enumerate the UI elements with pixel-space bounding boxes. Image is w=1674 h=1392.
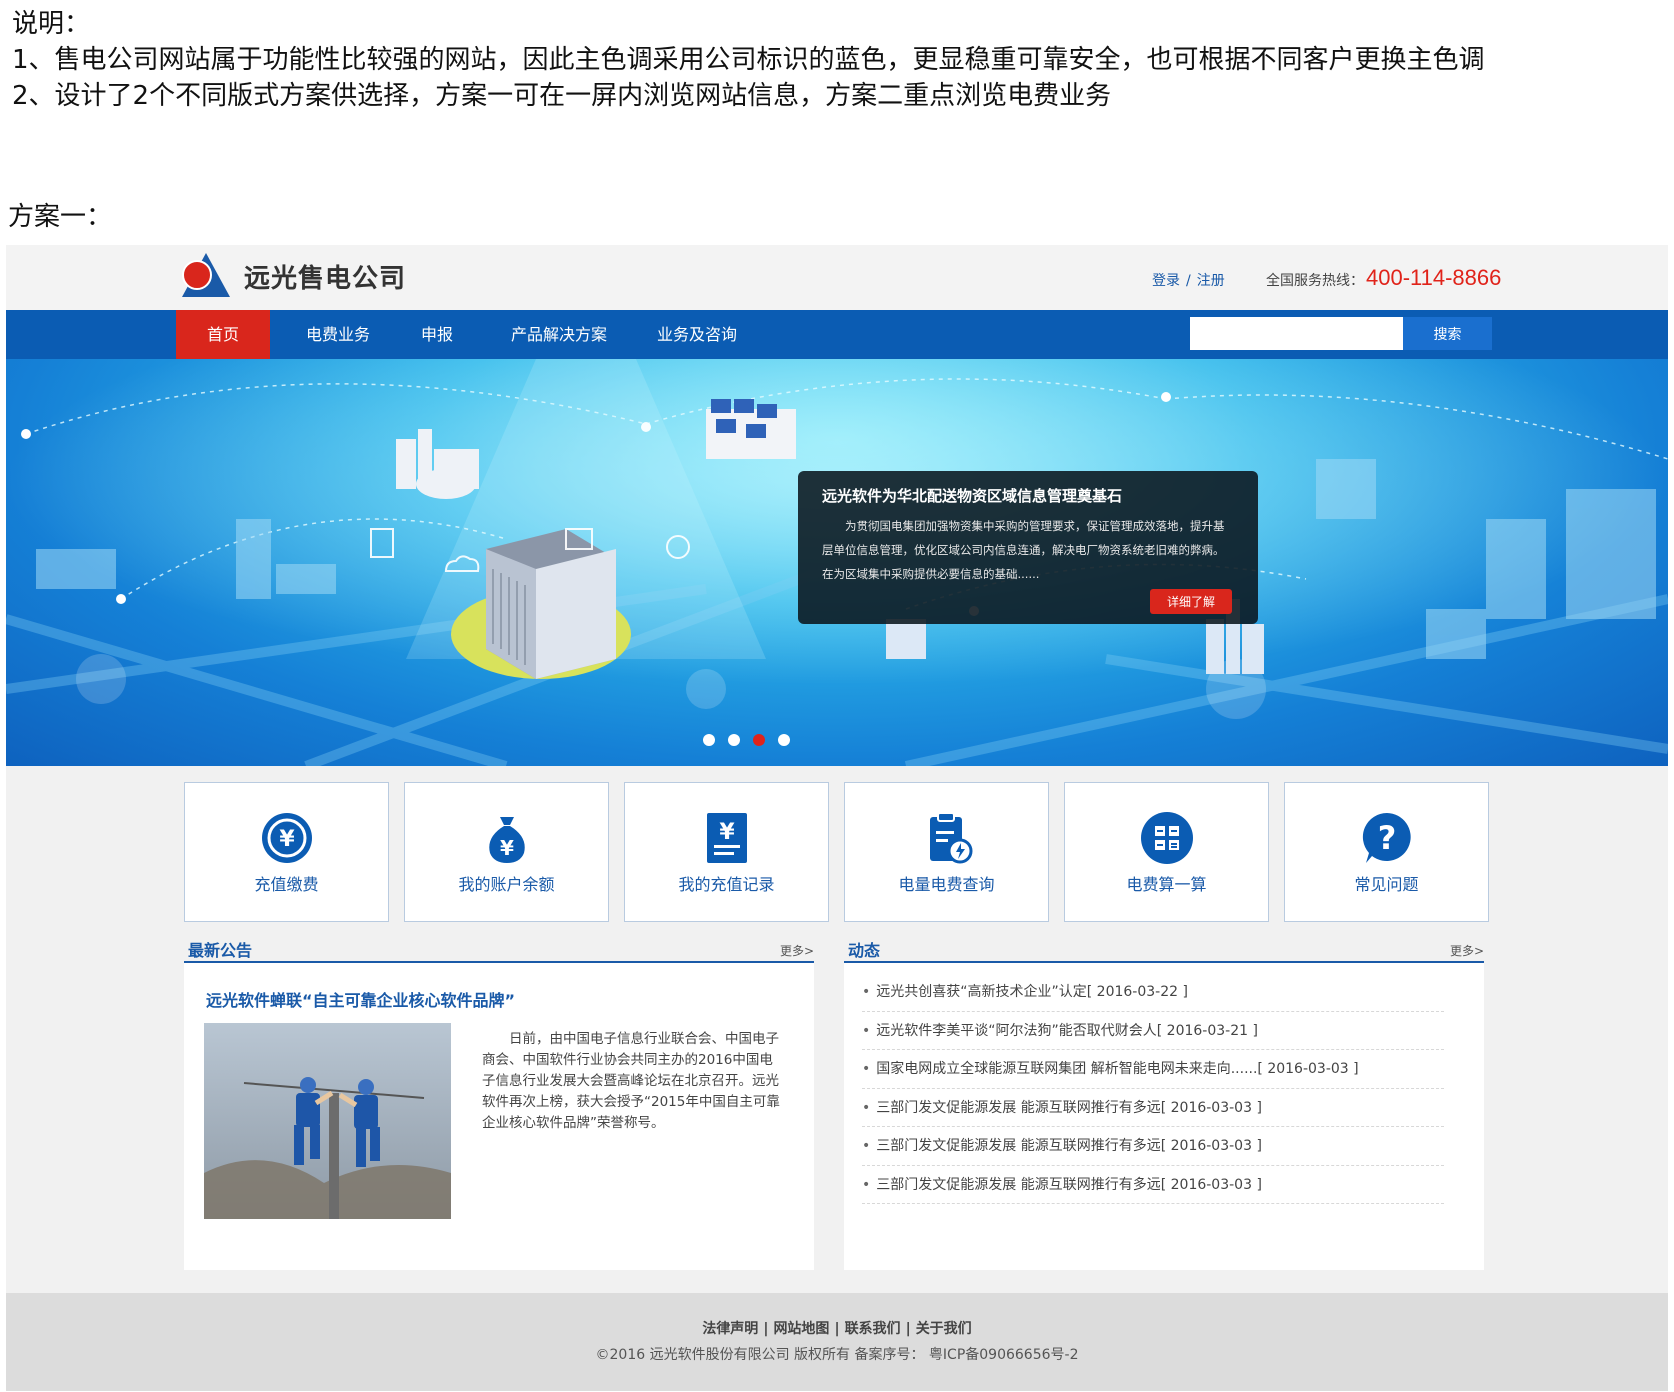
main-nav: 首页 电费业务 申报 产品解决方案 业务及咨询 搜索 bbox=[6, 310, 1668, 359]
register-link[interactable]: 注册 bbox=[1197, 273, 1225, 289]
svg-text:?: ? bbox=[1377, 819, 1396, 857]
search-button[interactable]: 搜索 bbox=[1403, 317, 1492, 350]
footer-link-legal[interactable]: 法律声明 bbox=[702, 1321, 758, 1337]
linemen-photo bbox=[204, 1023, 451, 1219]
svg-text:¥: ¥ bbox=[279, 827, 295, 852]
list-item[interactable]: 三部门发文促能源发展 能源互联网推行有多远[ 2016-03-03 ] bbox=[862, 1127, 1444, 1166]
auth-links: 登录 / 注册 bbox=[1152, 270, 1225, 290]
site-header: 远光售电公司 登录 / 注册 全国服务热线： 400-114-8866 bbox=[6, 245, 1668, 310]
announcement-title: 最新公告 bbox=[188, 941, 253, 960]
description-notes: 说明： 1、售电公司网站属于功能性比较强的网站，因此主色调采用公司标识的蓝色，更… bbox=[12, 6, 1485, 114]
dynamics-more-link[interactable]: 更多> bbox=[1450, 942, 1484, 959]
footer-link-sitemap[interactable]: 网站地图 bbox=[773, 1321, 829, 1337]
carousel-dot-1[interactable] bbox=[703, 734, 715, 746]
svg-text:¥: ¥ bbox=[719, 820, 735, 845]
announcement-header: 最新公告 更多> bbox=[184, 935, 814, 963]
service-hotline: 全国服务热线： 400-114-8866 bbox=[1266, 265, 1501, 291]
notes-line-1: 1、售电公司网站属于功能性比较强的网站，因此主色调采用公司标识的蓝色，更显稳重可… bbox=[12, 45, 1485, 75]
calculator-icon bbox=[1140, 812, 1193, 864]
dynamics-panel: 动态 更多> 远光共创喜获“高新技术企业”认定[ 2016-03-22 ] 远光… bbox=[844, 935, 1484, 1270]
read-more-button[interactable]: 详细了解 bbox=[1150, 589, 1232, 614]
service-card-recharge[interactable]: ¥ 充值缴费 bbox=[184, 782, 389, 922]
logo-icon bbox=[182, 253, 230, 297]
footer-link-contact[interactable]: 联系我们 bbox=[845, 1321, 901, 1337]
nav-item-solutions[interactable]: 产品解决方案 bbox=[492, 310, 626, 359]
featured-news-body: 为贯彻国电集团加强物资集中采购的管理要求，保证管理成效落地，提升基层单位信息管理… bbox=[822, 519, 1225, 581]
receipt-icon: ¥ bbox=[706, 813, 747, 863]
site-footer: 法律声明 | 网站地图 | 联系我们 | 关于我们 ©2016 远光软件股份有限公司 版权所… bbox=[6, 1293, 1668, 1391]
service-label: 我的账户余额 bbox=[458, 875, 555, 894]
service-label: 充值缴费 bbox=[254, 875, 319, 894]
service-label: 电量电费查询 bbox=[898, 875, 995, 894]
question-icon: ? bbox=[1362, 812, 1411, 863]
announcement-photo[interactable] bbox=[204, 1023, 451, 1219]
dynamics-title: 动态 bbox=[848, 941, 881, 960]
nav-item-consulting[interactable]: 业务及咨询 bbox=[642, 310, 752, 359]
search-input[interactable] bbox=[1190, 317, 1403, 350]
search-bar: 搜索 bbox=[1190, 317, 1492, 350]
hero-banner: 远光软件为华北配送物资区域信息管理奠基石 为贯彻国电集团加强物资集中采购的管理要… bbox=[6, 359, 1668, 766]
service-card-usage-query[interactable]: 电量电费查询 bbox=[844, 782, 1049, 922]
nav-item-home[interactable]: 首页 bbox=[176, 310, 270, 359]
carousel-dot-4[interactable] bbox=[778, 734, 790, 746]
service-card-calculator[interactable]: 电费算一算 bbox=[1064, 782, 1269, 922]
dynamics-header: 动态 更多> bbox=[844, 935, 1484, 963]
scheme-label: 方案一： bbox=[8, 202, 113, 232]
announcement-more-link[interactable]: 更多> bbox=[780, 942, 814, 959]
svg-text:¥: ¥ bbox=[500, 836, 514, 860]
login-link[interactable]: 登录 bbox=[1152, 273, 1180, 289]
footer-link-about[interactable]: 关于我们 bbox=[916, 1321, 972, 1337]
auth-separator: / bbox=[1186, 273, 1191, 289]
service-card-balance[interactable]: ¥ 我的账户余额 bbox=[404, 782, 609, 922]
announcement-panel: 最新公告 更多> 远光软件蝉联“自主可靠企业核心软件品牌” 日前，由中国电子信息… bbox=[184, 935, 814, 1270]
hotline-label: 全国服务热线： bbox=[1266, 273, 1364, 289]
nav-item-declare[interactable]: 申报 bbox=[402, 310, 472, 359]
announcement-body: 日前，由中国电子信息行业联合会、中国电子商会、中国软件行业协会共同主办的2016… bbox=[482, 1031, 780, 1131]
logo-text: 远光售电公司 bbox=[244, 263, 407, 294]
announcement-headline[interactable]: 远光软件蝉联“自主可靠企业核心软件品牌” bbox=[206, 987, 515, 1011]
yen-coin-icon: ¥ bbox=[261, 813, 312, 863]
service-label: 我的充值记录 bbox=[678, 875, 775, 894]
list-item[interactable]: 远光共创喜获“高新技术企业”认定[ 2016-03-22 ] bbox=[862, 973, 1444, 1012]
service-label: 电费算一算 bbox=[1126, 875, 1207, 894]
list-item[interactable]: 三部门发文促能源发展 能源互联网推行有多远[ 2016-03-03 ] bbox=[862, 1089, 1444, 1127]
service-label: 常见问题 bbox=[1354, 875, 1419, 894]
featured-news-title[interactable]: 远光软件为华北配送物资区域信息管理奠基石 bbox=[822, 485, 1234, 506]
nav-item-billing[interactable]: 电费业务 bbox=[290, 310, 386, 359]
service-card-faq[interactable]: ? 常见问题 bbox=[1284, 782, 1489, 922]
company-logo[interactable]: 远光售电公司 bbox=[182, 251, 406, 301]
hotline-number: 400-114-8866 bbox=[1366, 265, 1502, 290]
notes-line-2: 2、设计了2个不同版式方案供选择，方案一可在一屏内浏览网站信息，方案二重点浏览电… bbox=[12, 81, 1112, 111]
money-bag-icon: ¥ bbox=[488, 817, 525, 863]
featured-news-box: 远光软件为华北配送物资区域信息管理奠基石 为贯彻国电集团加强物资集中采购的管理要… bbox=[798, 471, 1258, 624]
notes-heading: 说明： bbox=[12, 9, 91, 39]
list-item[interactable]: 国家电网成立全球能源互联网集团 解析智能电网未来走向......[ 2016-0… bbox=[862, 1050, 1444, 1089]
clipboard-lightning-icon bbox=[929, 812, 972, 864]
dynamics-list: 远光共创喜获“高新技术企业”认定[ 2016-03-22 ] 远光软件李美平谈“… bbox=[862, 973, 1444, 1204]
footer-copyright: ©2016 远光软件股份有限公司 版权所有 备案序号： 粤ICP备0906665… bbox=[595, 1347, 1079, 1363]
carousel-dot-2[interactable] bbox=[728, 734, 740, 746]
footer-links: 法律声明 | 网站地图 | 联系我们 | 关于我们 bbox=[702, 1321, 972, 1337]
list-item[interactable]: 远光软件李美平谈“阿尔法狗”能否取代财会人[ 2016-03-21 ] bbox=[862, 1012, 1444, 1050]
carousel-dots bbox=[703, 734, 790, 746]
carousel-dot-3[interactable] bbox=[753, 734, 765, 746]
service-card-records[interactable]: ¥ 我的充值记录 bbox=[624, 782, 829, 922]
list-item[interactable]: 三部门发文促能源发展 能源互联网推行有多远[ 2016-03-03 ] bbox=[862, 1166, 1444, 1204]
website-mockup: 远光售电公司 登录 / 注册 全国服务热线： 400-114-8866 首页 电费业… bbox=[6, 245, 1668, 1391]
